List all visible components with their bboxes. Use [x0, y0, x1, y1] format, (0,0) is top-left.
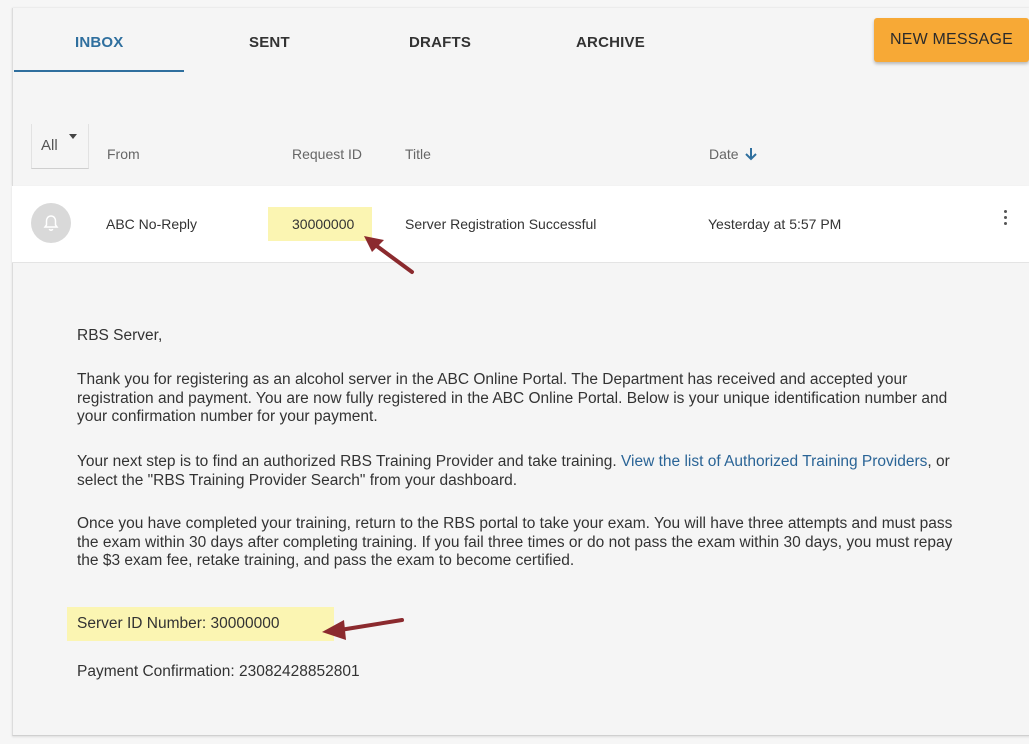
inbox-header-panel: INBOX SENT DRAFTS ARCHIVE NEW MESSAGE Al… — [12, 8, 1029, 186]
payment-confirmation: Payment Confirmation: 23082428852801 — [77, 663, 360, 680]
message-list-header: All From Request ID Title Date — [13, 108, 1029, 186]
filter-dropdown[interactable]: All — [31, 124, 89, 169]
active-tab-indicator — [14, 70, 184, 72]
message-paragraph-3: Once you have completed your training, r… — [77, 515, 953, 570]
message-body: RBS Server, Thank you for registering as… — [12, 263, 1029, 736]
message-from: ABC No-Reply — [106, 216, 198, 232]
message-title: Server Registration Successful — [405, 216, 597, 232]
column-header-date[interactable]: Date — [709, 146, 757, 164]
message-greeting: RBS Server, — [77, 327, 163, 344]
tab-bar: INBOX SENT DRAFTS ARCHIVE — [13, 8, 873, 74]
column-header-title[interactable]: Title — [405, 146, 431, 162]
authorized-providers-link[interactable]: View the list of Authorized Training Pro… — [621, 453, 927, 470]
inbox-page: INBOX SENT DRAFTS ARCHIVE NEW MESSAGE Al… — [0, 0, 1029, 744]
paragraph-2-text: Your next step is to find an authorized … — [77, 453, 621, 470]
column-header-request-id[interactable]: Request ID — [292, 146, 362, 162]
kebab-menu-icon[interactable] — [1003, 210, 1009, 230]
tab-archive[interactable]: ARCHIVE — [576, 34, 645, 51]
message-paragraph-1: Thank you for registering as an alcohol … — [77, 371, 948, 426]
annotation-arrow-icon — [322, 618, 404, 640]
filter-value: All — [41, 137, 58, 154]
bell-icon — [43, 215, 59, 231]
annotation-arrow-icon — [364, 236, 414, 274]
column-header-from[interactable]: From — [107, 146, 140, 162]
caret-down-icon — [69, 134, 77, 139]
column-header-date-label: Date — [709, 146, 739, 162]
message-request-id: 30000000 — [292, 216, 355, 232]
message-paragraph-2: Your next step is to find an authorized … — [77, 453, 957, 490]
message-row[interactable]: ABC No-Reply 30000000 Server Registratio… — [12, 186, 1029, 263]
avatar — [31, 203, 71, 243]
arrow-down-icon[interactable] — [744, 147, 757, 164]
tab-sent[interactable]: SENT — [249, 34, 290, 51]
new-message-button[interactable]: NEW MESSAGE — [874, 18, 1029, 62]
server-id-number: Server ID Number: 30000000 — [77, 615, 280, 632]
tab-drafts[interactable]: DRAFTS — [409, 34, 471, 51]
message-date: Yesterday at 5:57 PM — [708, 216, 842, 232]
tab-inbox[interactable]: INBOX — [75, 34, 124, 51]
